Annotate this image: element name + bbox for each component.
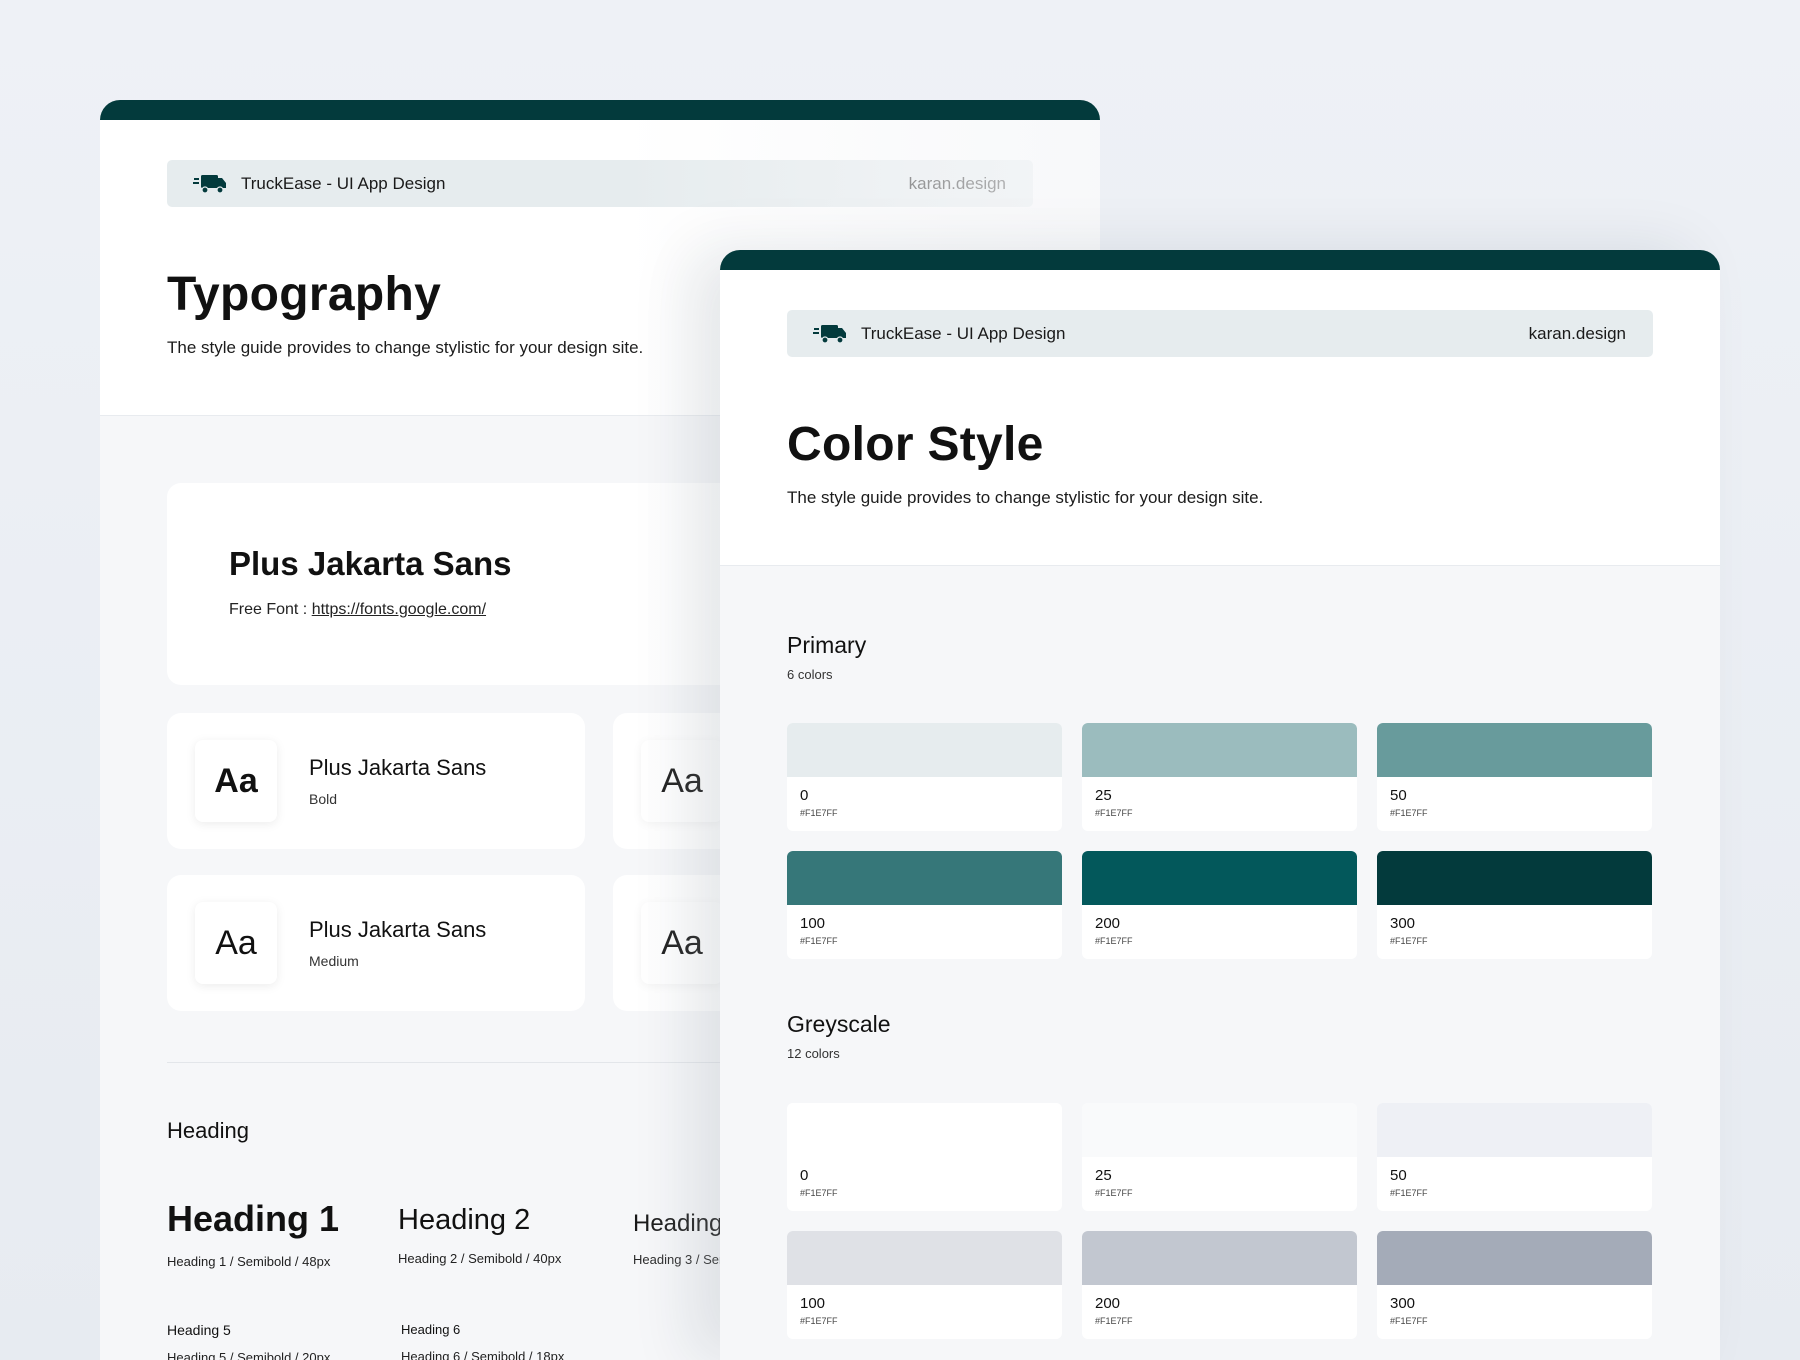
heading-spec: Heading 5 / Semibold / 20px (167, 1350, 331, 1360)
swatch-label: 200 (1095, 1295, 1121, 1312)
swatch-hex: #F1E7FF (1095, 1188, 1133, 1198)
swatch-label: 0 (800, 787, 809, 804)
swatch-hex: #F1E7FF (800, 1316, 838, 1326)
truck-icon (193, 174, 226, 194)
heading-5-sample: Heading 5 Heading 5 / Semibold / 20px (167, 1322, 330, 1360)
swatch-label: 50 (1390, 1167, 1407, 1184)
weight-label: Bold (309, 791, 338, 807)
swatch-fill (1377, 851, 1652, 905)
swatch-label: 25 (1095, 787, 1112, 804)
swatch-fill (787, 723, 1062, 777)
swatch-hex: #F1E7FF (1390, 808, 1428, 818)
swatch-fill (787, 1103, 1062, 1157)
page-subtitle: The style guide provides to change styli… (787, 488, 1264, 507)
heading-section-label: Heading (167, 1118, 249, 1143)
heading-title: Heading (633, 1210, 723, 1237)
swatch-hex: #F1E7FF (1390, 1188, 1428, 1198)
primary-group-header: Primary 6 colors (787, 632, 866, 682)
greyscale-group-header: Greyscale 12 colors (787, 1011, 891, 1061)
heading-spec: Heading 1 / Semibold / 48px (167, 1254, 331, 1269)
heading-spec: Heading 6 / Semibold / 18px (401, 1349, 565, 1360)
swatch-hex: #F1E7FF (1095, 936, 1133, 946)
primary-swatch-25[interactable]: 25 #F1E7FF (1082, 723, 1357, 831)
primary-swatch-50[interactable]: 50 #F1E7FF (1377, 723, 1652, 831)
heading-title: Heading 5 (167, 1322, 231, 1338)
color-style-header: TruckEase - UI App Design karan.design C… (720, 270, 1720, 566)
app-name: TruckEase - UI App Design (861, 323, 1066, 343)
heading-spec: Heading 2 / Semibold / 40px (398, 1251, 562, 1266)
greyscale-swatch-300[interactable]: 300 #F1E7FF (1377, 1231, 1652, 1339)
swatch-fill (1377, 1231, 1652, 1285)
heading-spec: Heading 3 / Ser (633, 1252, 724, 1267)
heading-title: Heading 6 (401, 1322, 461, 1337)
aa-sample-medium: Aa (195, 902, 277, 984)
greyscale-swatch-100[interactable]: 100 #F1E7FF (787, 1231, 1062, 1339)
swatch-fill (787, 851, 1062, 905)
site-link[interactable]: karan.design (1529, 324, 1626, 344)
swatch-hex: #F1E7FF (800, 1188, 838, 1198)
swatch-hex: #F1E7FF (1390, 936, 1428, 946)
brand-strip: TruckEase - UI App Design karan.design (167, 160, 1033, 207)
group-title: Greyscale (787, 1011, 891, 1037)
heading-title: Heading 1 (167, 1198, 340, 1239)
swatch-fill (1377, 1103, 1652, 1157)
swatch-fill (787, 1231, 1062, 1285)
aa-sample: Aa (641, 902, 723, 984)
primary-swatch-0[interactable]: 0 #F1E7FF (787, 723, 1062, 831)
heading-2-sample: Heading 2 Heading 2 / Semibold / 40px (398, 1204, 561, 1266)
weight-font-name: Plus Jakarta Sans (309, 755, 487, 780)
panel-top-bar (720, 250, 1720, 270)
site-link[interactable]: karan.design (909, 174, 1006, 194)
primary-swatch-100[interactable]: 100 #F1E7FF (787, 851, 1062, 959)
truck-icon (813, 324, 846, 344)
color-style-panel: TruckEase - UI App Design karan.design C… (720, 250, 1720, 1360)
aa-sample-bold: Aa (195, 740, 277, 822)
panel-top-bar (100, 100, 1100, 120)
group-title: Primary (787, 632, 867, 658)
swatch-hex: #F1E7FF (1095, 808, 1133, 818)
swatch-hex: #F1E7FF (800, 808, 838, 818)
heading-1-sample: Heading 1 Heading 1 / Semibold / 48px (167, 1198, 339, 1269)
swatch-fill (1082, 723, 1357, 777)
group-count: 6 colors (787, 667, 833, 682)
weight-label: Medium (309, 953, 359, 969)
free-font-label: Free Font : (229, 601, 312, 618)
heading-6-sample: Heading 6 Heading 6 / Semibold / 18px (401, 1322, 564, 1360)
swatch-hex: #F1E7FF (1390, 1316, 1428, 1326)
swatch-fill (1377, 723, 1652, 777)
swatch-hex: #F1E7FF (800, 936, 838, 946)
primary-swatch-300[interactable]: 300 #F1E7FF (1377, 851, 1652, 959)
font-link[interactable]: https://fonts.google.com/ (312, 601, 486, 618)
swatch-fill (1082, 851, 1357, 905)
weight-card-medium: Aa Plus Jakarta Sans Medium (167, 875, 585, 1011)
greyscale-swatch-200[interactable]: 200 #F1E7FF (1082, 1231, 1357, 1339)
brand-strip: TruckEase - UI App Design karan.design (787, 310, 1653, 357)
weight-font-name: Plus Jakarta Sans (309, 917, 487, 942)
swatch-fill (1082, 1231, 1357, 1285)
swatch-label: 200 (1095, 915, 1121, 932)
swatch-label: 100 (800, 1295, 826, 1312)
swatch-label: 300 (1390, 915, 1416, 932)
heading-3-sample: Heading Heading 3 / Ser (633, 1210, 723, 1267)
swatch-fill (1082, 1103, 1357, 1157)
greyscale-swatch-0[interactable]: 0 #F1E7FF (787, 1103, 1062, 1211)
page-title: Color Style (787, 418, 1044, 471)
heading-title: Heading 2 (398, 1204, 531, 1236)
swatch-label: 25 (1095, 1167, 1112, 1184)
group-count: 12 colors (787, 1046, 840, 1061)
swatch-hex: #F1E7FF (1095, 1316, 1133, 1326)
weight-card-bold: Aa Plus Jakarta Sans Bold (167, 713, 585, 849)
greyscale-swatch-50[interactable]: 50 #F1E7FF (1377, 1103, 1652, 1211)
app-name: TruckEase - UI App Design (241, 173, 446, 193)
greyscale-swatch-25[interactable]: 25 #F1E7FF (1082, 1103, 1357, 1211)
swatch-label: 0 (800, 1167, 809, 1184)
swatch-label: 300 (1390, 1295, 1416, 1312)
primary-swatch-200[interactable]: 200 #F1E7FF (1082, 851, 1357, 959)
swatch-label: 50 (1390, 787, 1407, 804)
aa-sample: Aa (641, 740, 723, 822)
swatch-label: 100 (800, 915, 826, 932)
